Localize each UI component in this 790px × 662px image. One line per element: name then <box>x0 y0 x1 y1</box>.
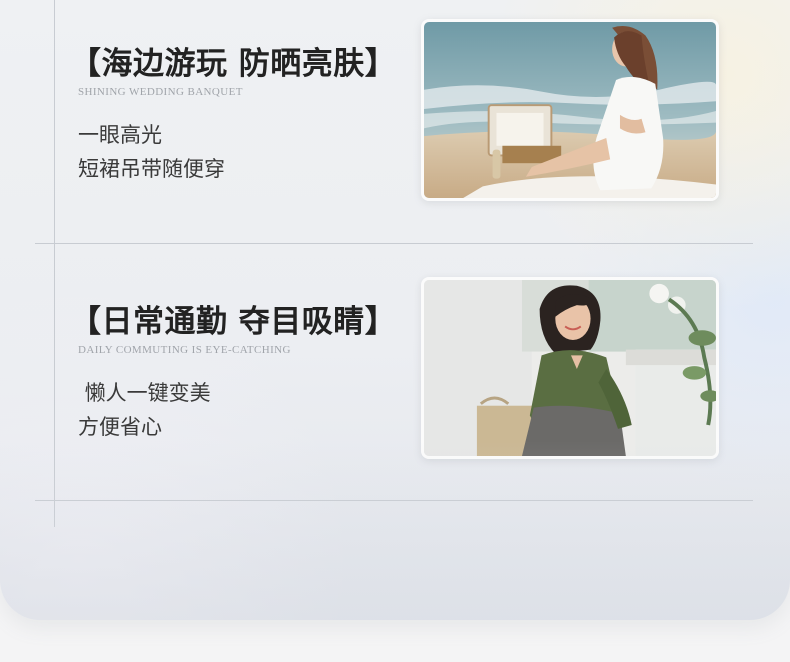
commute-photo <box>421 277 719 459</box>
section-2-line-2: 方便省心 <box>78 415 162 439</box>
beach-photo <box>421 19 719 201</box>
section-2-subtitle: DAILY COMMUTING IS EYE-CATCHING <box>78 344 291 356</box>
horizontal-divider-2 <box>35 500 753 501</box>
section-1-line-2: 短裙吊带随便穿 <box>78 157 225 181</box>
section-2-line-1: 懒人一键变美 <box>78 381 211 405</box>
section-2-title: 【日常通勤 夺目吸睛】 <box>70 304 397 340</box>
section-1-subtitle: SHINING WEDDING BANQUET <box>78 86 243 98</box>
section-1-title: 【海边游玩 防晒亮肤】 <box>70 46 397 82</box>
content-card: 【海边游玩 防晒亮肤】 SHINING WEDDING BANQUET 一眼高光… <box>0 0 790 620</box>
section-1-line-1: 一眼高光 <box>78 123 162 147</box>
commute-image <box>424 280 716 456</box>
beach-image <box>424 22 716 198</box>
vertical-divider <box>54 0 55 527</box>
horizontal-divider-1 <box>35 243 753 244</box>
